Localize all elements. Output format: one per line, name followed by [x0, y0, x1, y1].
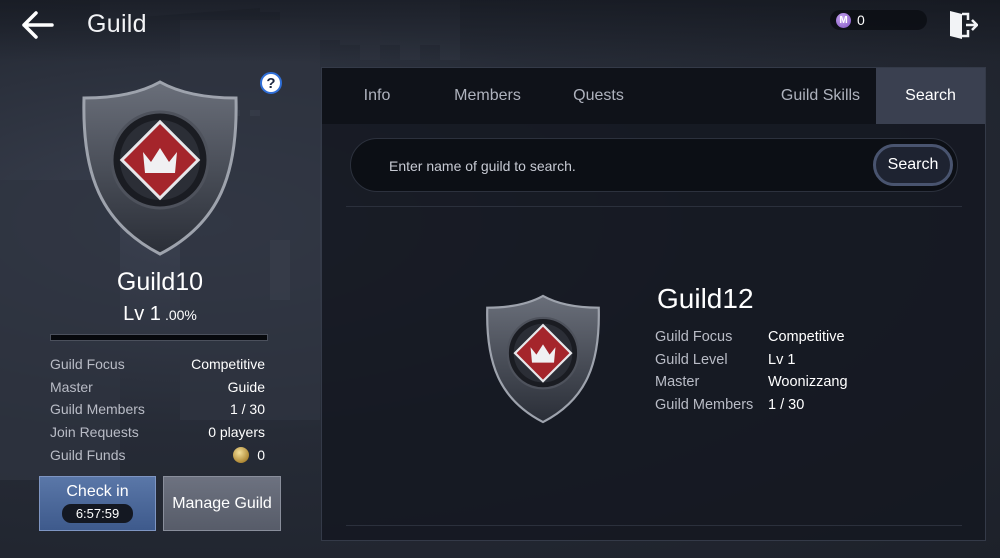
guild-name: Guild10: [116, 268, 204, 296]
result-guild-name: Guild12: [657, 283, 754, 314]
back-arrow-icon: [22, 11, 54, 39]
stat-value: Competitive: [191, 356, 265, 373]
stat-row-funds: Guild Funds 0: [50, 443, 265, 466]
result-guild-emblem-icon: [486, 294, 600, 424]
stat-row-master: Master Guide: [50, 376, 265, 399]
help-icon[interactable]: ?: [260, 72, 282, 94]
stat-row-join-requests: Join Requests 0 players: [50, 421, 265, 444]
m-coin-icon: M: [836, 12, 851, 28]
divider: [346, 525, 962, 526]
stat-value-funds: 0: [233, 446, 265, 463]
stat-label: Join Requests: [50, 424, 139, 441]
stat-row-members: Guild Members 1 / 30: [50, 398, 265, 421]
guild-search-input[interactable]: [387, 139, 871, 193]
tab-bar: Info Members Quests Guild Skills Search: [322, 68, 985, 124]
guild-xp-bar: [50, 334, 268, 341]
tab-quests[interactable]: Quests: [543, 68, 654, 124]
search-bar: Search: [350, 138, 958, 193]
stat-value: Guide: [227, 378, 265, 395]
check-in-label: Check in: [66, 483, 129, 500]
guild-stats: Guild Focus Competitive Master Guide Gui…: [50, 353, 265, 466]
exit-door-icon: [950, 11, 979, 39]
guild-panel: Info Members Quests Guild Skills Search …: [321, 67, 986, 541]
manage-guild-button[interactable]: Manage Guild: [163, 476, 281, 531]
result-guild-info: Guild Focus Competitive Guild Level Lv 1…: [655, 326, 975, 416]
stat-value: 1 / 30: [229, 401, 265, 418]
stat-row-focus: Guild Focus Competitive: [50, 353, 265, 376]
divider: [346, 206, 962, 207]
currency-value: 0: [857, 12, 865, 28]
guild-level-percent: .00%: [164, 307, 197, 323]
exit-button[interactable]: [944, 8, 979, 42]
result-value: 1 / 30: [768, 397, 805, 414]
tab-members[interactable]: Members: [432, 68, 543, 124]
result-row-level: Guild Level Lv 1: [655, 349, 975, 372]
result-label: Guild Members: [655, 397, 754, 414]
tab-guild-skills[interactable]: Guild Skills: [765, 68, 876, 124]
stat-label: Guild Funds: [50, 446, 126, 463]
guild-level: Lv 1.00%: [50, 303, 270, 326]
result-label: Guild Level: [655, 351, 728, 368]
currency-display: M 0: [830, 10, 927, 30]
stat-value: 0 players: [208, 424, 265, 441]
result-value: Woonizzang: [768, 374, 848, 391]
page-title: Guild: [87, 10, 147, 38]
result-row-master: Master Woonizzang: [655, 371, 975, 394]
result-row-members: Guild Members 1 / 30: [655, 394, 975, 417]
funds-value: 0: [257, 446, 265, 463]
search-button[interactable]: Search: [873, 144, 953, 186]
tab-info[interactable]: Info: [322, 68, 432, 124]
result-value: Competitive: [768, 329, 845, 346]
guild-emblem-icon: [82, 80, 238, 256]
back-button[interactable]: [18, 8, 58, 42]
stat-label: Master: [50, 378, 93, 395]
tab-search[interactable]: Search: [876, 68, 985, 124]
result-label: Master: [655, 374, 700, 391]
check-in-button[interactable]: Check in 6:57:59: [39, 476, 156, 531]
stat-label: Guild Focus: [50, 356, 125, 373]
result-value: Lv 1: [768, 351, 796, 368]
check-in-timer: 6:57:59: [61, 504, 134, 523]
result-row-focus: Guild Focus Competitive: [655, 326, 975, 349]
result-label: Guild Focus: [655, 329, 733, 346]
gold-coin-icon: [233, 446, 250, 463]
stat-label: Guild Members: [50, 401, 145, 418]
guild-level-value: Lv 1: [123, 303, 161, 325]
